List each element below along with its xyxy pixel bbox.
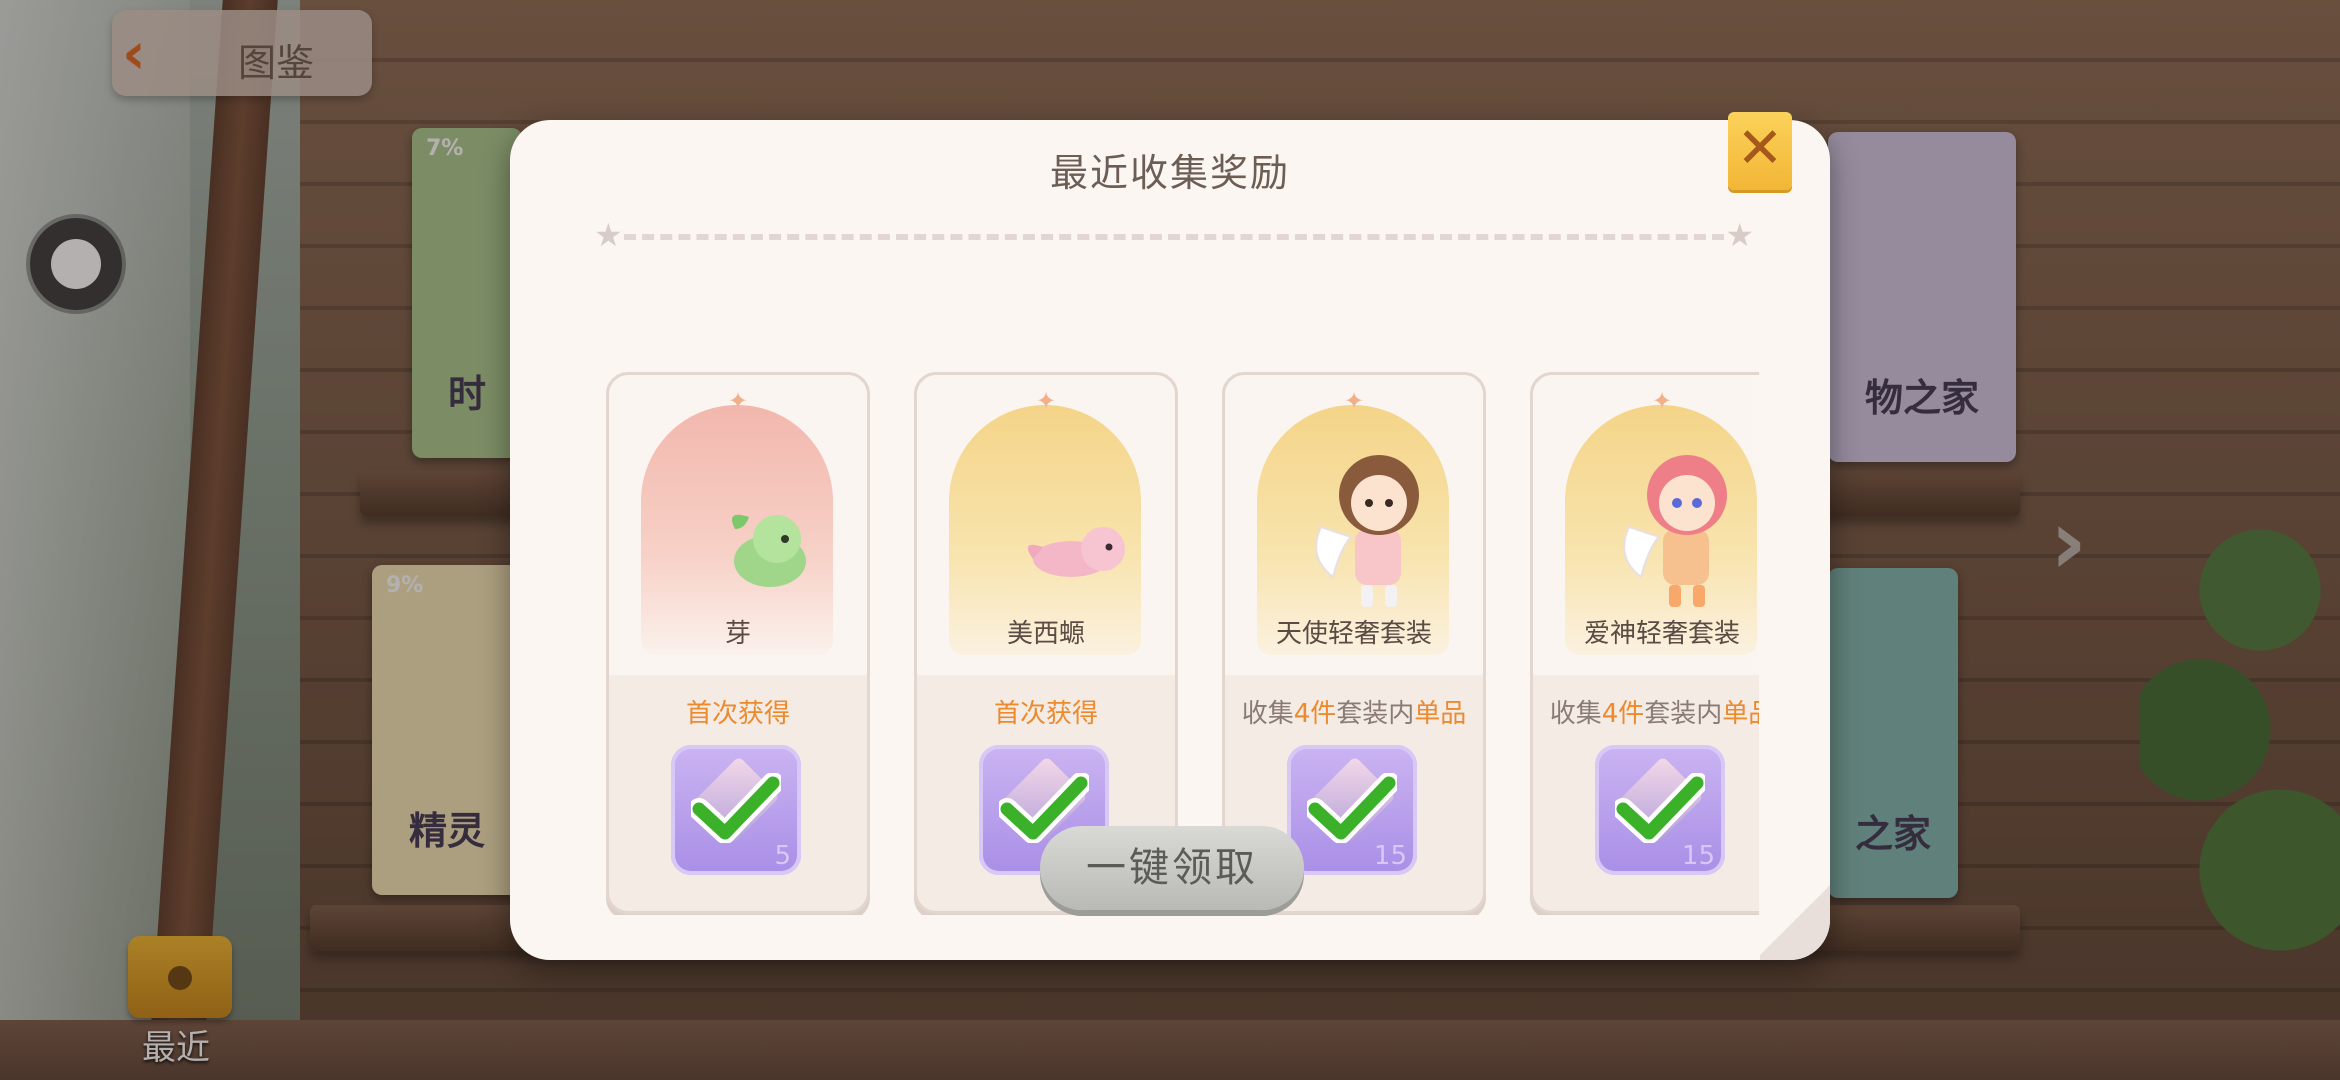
card-top: ✦ 天使轻奢套装 [1225, 375, 1483, 675]
sprout-creature-icon [732, 514, 806, 587]
reward-text-highlight: 4件 [1293, 699, 1337, 729]
axolotl-creature-icon [1027, 527, 1125, 577]
recent-rewards-dialog: 最近收集奖励 ★ ★ ✕ ✦ 芽 首次获得 5 ✦ 美西螈 首次获得 ✦ 天使轻… [510, 112, 1830, 960]
reward-text-mid: 套装内 [1644, 699, 1723, 729]
reward-card[interactable]: ✦ 芽 首次获得 5 [606, 372, 870, 914]
reward-text-suffix: 单品 [1722, 699, 1759, 729]
reward-quantity: 5 [774, 841, 791, 871]
divider-line [624, 234, 1724, 240]
close-button[interactable]: ✕ [1728, 112, 1792, 190]
reward-condition: 收集4件套装内单品 [1533, 693, 1759, 730]
reward-condition: 首次获得 [917, 693, 1175, 730]
item-name: 天使轻奢套装 [1275, 619, 1432, 649]
item-name: 爱神轻奢套装 [1583, 619, 1740, 649]
reward-card-list[interactable]: ✦ 芽 首次获得 5 ✦ 美西螈 首次获得 ✦ 天使轻奢套装 收集4件套装内单品… [594, 250, 1759, 915]
reward-item[interactable]: 15 [1287, 745, 1417, 875]
claim-all-button[interactable]: 一键领取 [1040, 826, 1304, 910]
star-icon: ★ [1725, 216, 1754, 254]
crown-ornament: ✦ [1343, 387, 1365, 415]
star-icon: ★ [594, 216, 623, 254]
reward-text-highlight: 首次获得 [993, 699, 1098, 729]
reward-text-suffix: 单品 [1414, 699, 1467, 729]
claim-all-label: 一键领取 [1086, 845, 1258, 891]
item-name: 芽 [724, 619, 751, 649]
check-icon [1615, 773, 1705, 843]
card-top: ✦ 爱神轻奢套装 [1533, 375, 1759, 675]
reward-item[interactable]: 15 [1595, 745, 1725, 875]
reward-text-prefix: 收集 [1549, 699, 1602, 729]
reward-item[interactable]: 5 [671, 745, 801, 875]
card-top: ✦ 美西螈 [917, 375, 1175, 675]
cupid-outfit-character-icon [1623, 455, 1727, 607]
item-name: 美西螈 [1006, 619, 1085, 649]
angel-outfit-character-icon [1315, 455, 1419, 607]
crown-ornament: ✦ [1035, 387, 1057, 415]
reward-text-highlight: 4件 [1601, 699, 1645, 729]
check-icon [691, 773, 781, 843]
reward-quantity: 15 [1681, 841, 1715, 871]
check-icon [1307, 773, 1397, 843]
crown-ornament: ✦ [1651, 387, 1673, 415]
crown-ornament: ✦ [727, 387, 749, 415]
reward-condition: 首次获得 [609, 693, 867, 730]
close-icon: ✕ [1736, 116, 1784, 181]
reward-text-mid: 套装内 [1336, 699, 1415, 729]
card-top: ✦ 芽 [609, 375, 867, 675]
reward-text-highlight: 首次获得 [685, 699, 790, 729]
dialog-title: 最近收集奖励 [1049, 151, 1290, 195]
reward-condition: 收集4件套装内单品 [1225, 693, 1483, 730]
reward-text-prefix: 收集 [1241, 699, 1294, 729]
reward-quantity: 15 [1373, 841, 1407, 871]
reward-card[interactable]: ✦ 爱神轻奢套装 收集4件套装内单品 15 [1530, 372, 1759, 914]
